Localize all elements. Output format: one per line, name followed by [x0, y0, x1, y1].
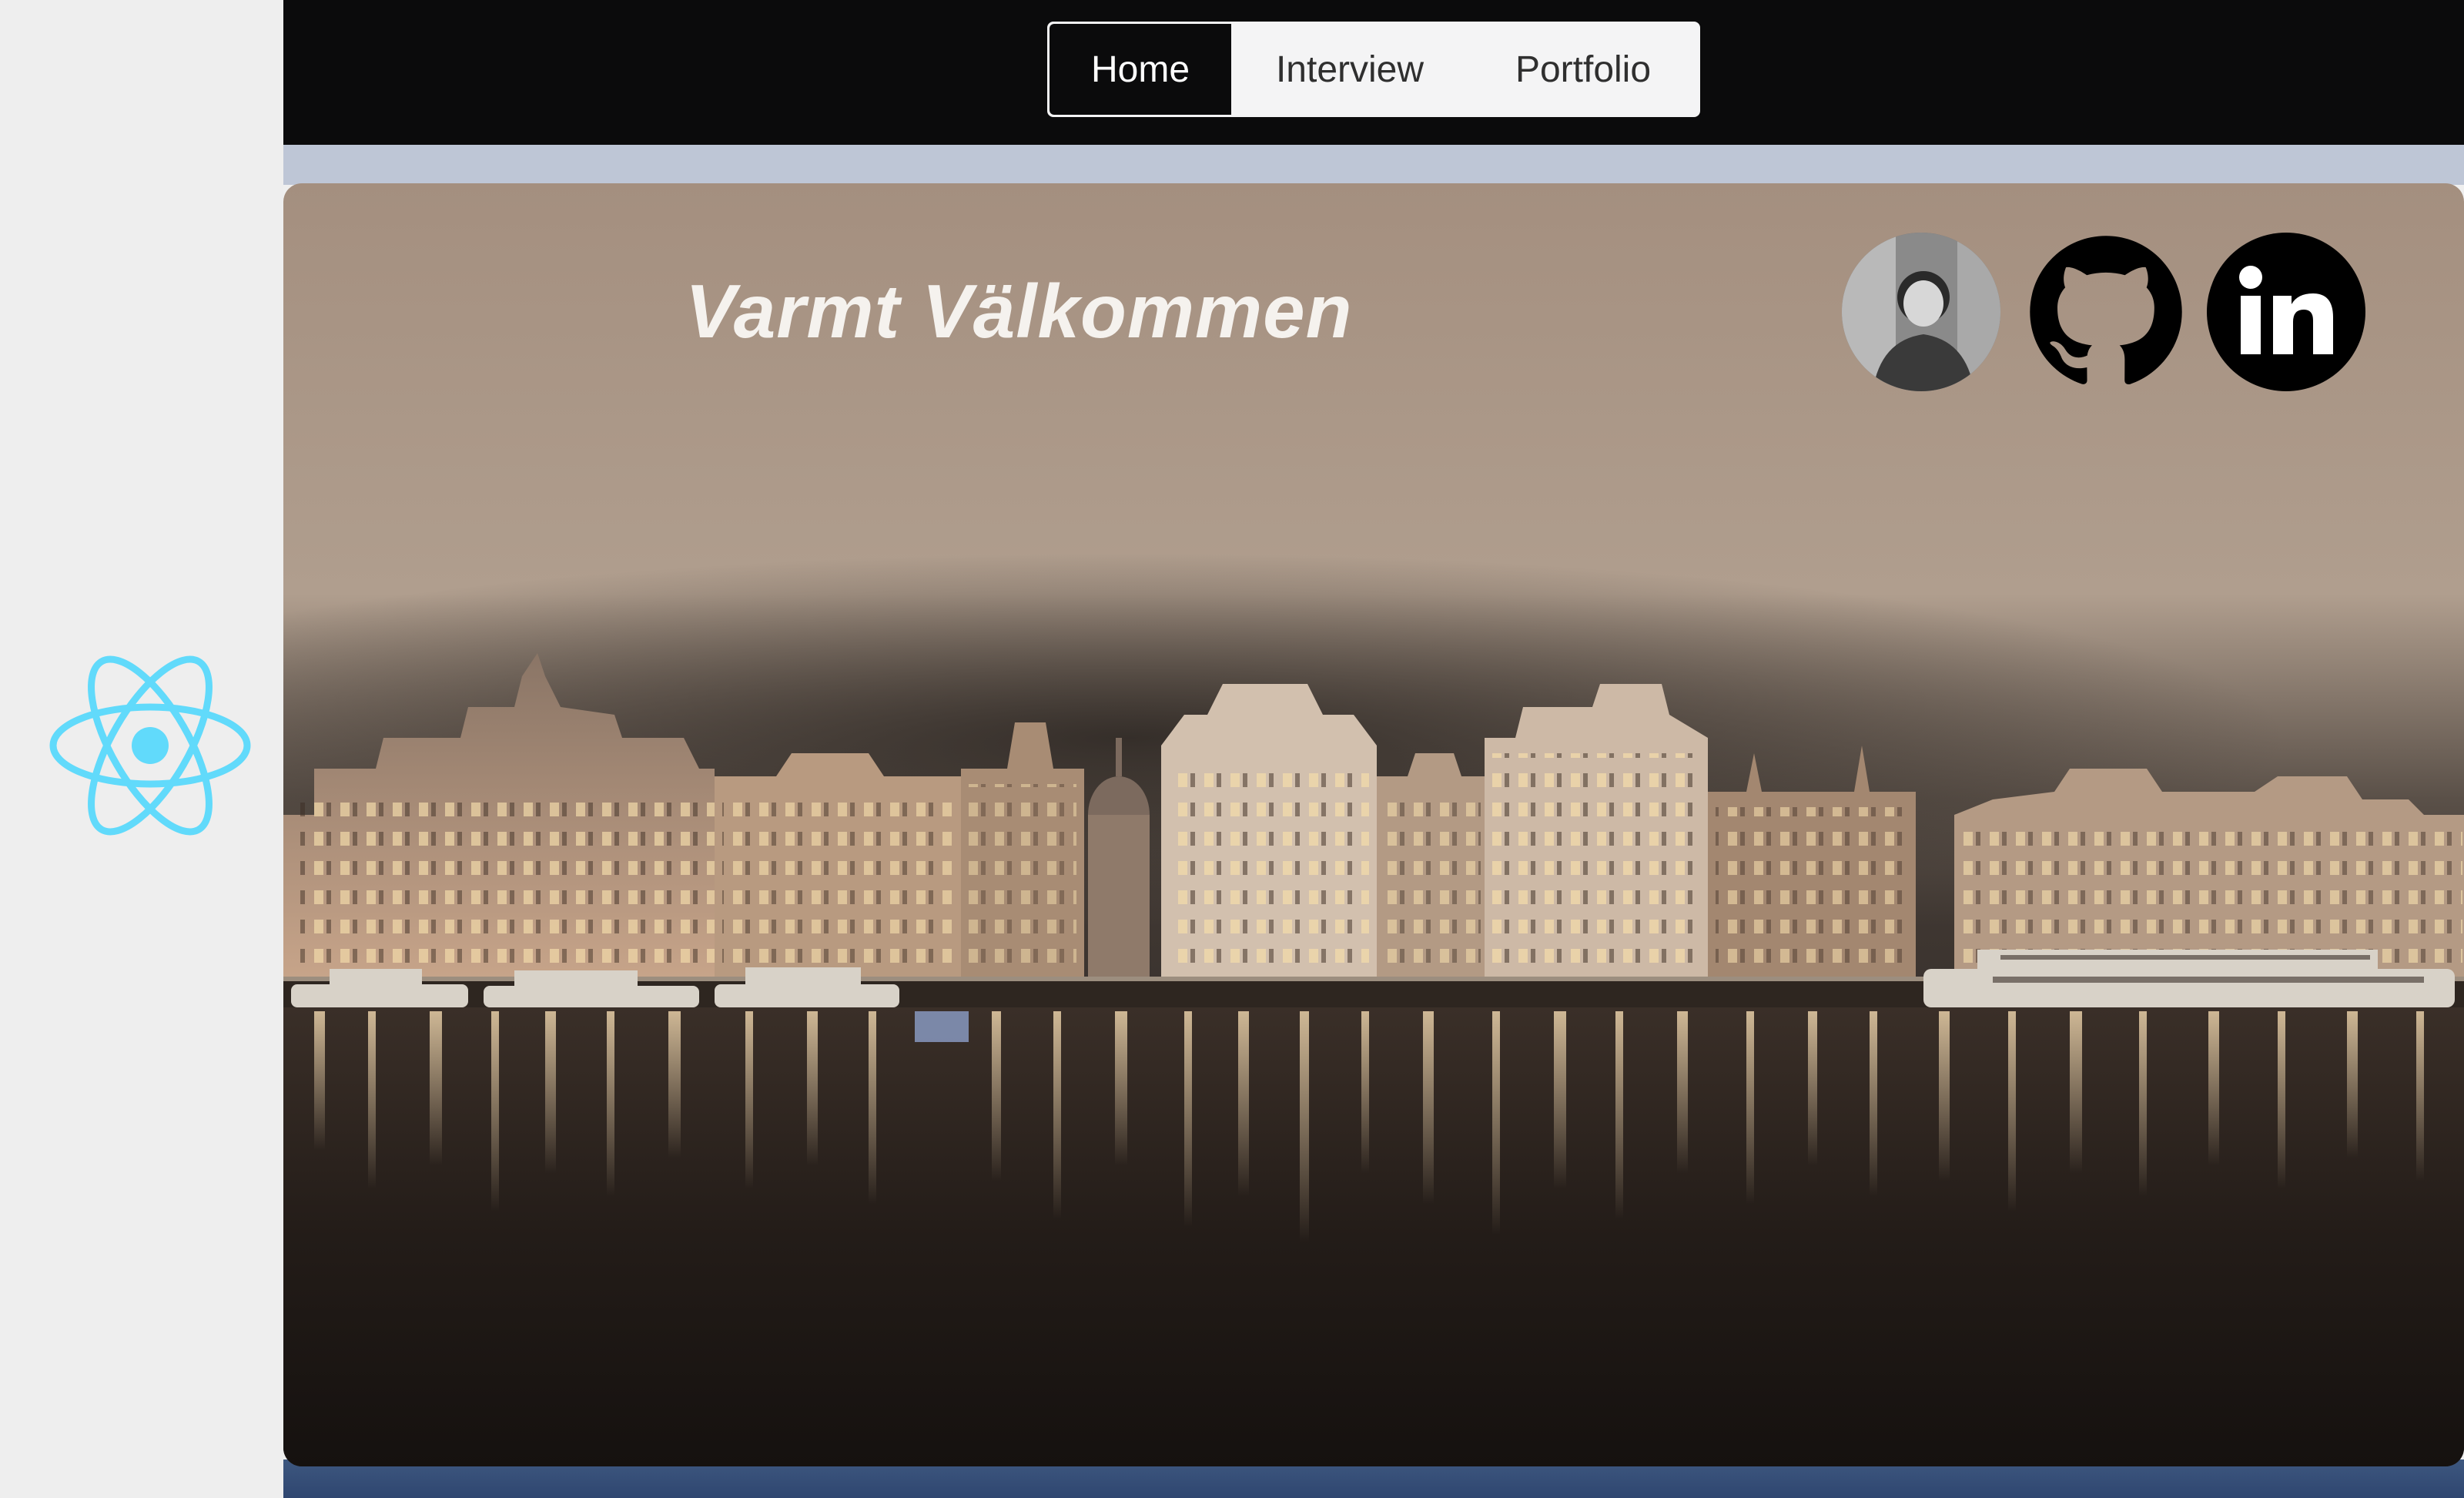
sidebar: [0, 0, 283, 1498]
github-icon: [2030, 236, 2182, 385]
hero-title: Varmt Välkommen: [685, 269, 1353, 354]
github-link[interactable]: [2027, 233, 2185, 391]
profile-avatar[interactable]: [1842, 233, 2000, 391]
top-navbar: Home Interview Portfolio: [283, 0, 2464, 145]
content-top-strip: [283, 145, 2464, 185]
react-logo-icon: [49, 655, 251, 836]
linkedin-icon: [2207, 233, 2365, 391]
profile-photo-icon: [1842, 233, 2000, 391]
linkedin-link[interactable]: [2207, 233, 2365, 391]
nav-interview-button[interactable]: Interview: [1231, 24, 1468, 115]
nav-portfolio-button[interactable]: Portfolio: [1468, 24, 1698, 115]
nav-home-button[interactable]: Home: [1050, 24, 1231, 115]
nav-button-group: Home Interview Portfolio: [1047, 22, 1700, 117]
